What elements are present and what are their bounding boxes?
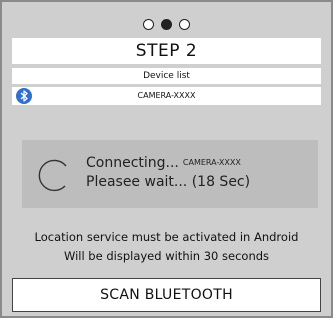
pager-dot-3 (179, 19, 191, 30)
step-pager (2, 14, 331, 30)
wait-countdown: Pleasee wait... (18 Sec) (86, 174, 251, 190)
loading-spinner-icon (36, 156, 74, 198)
pager-dot-2-active (161, 19, 172, 30)
connecting-dialog: Connecting... CAMERA-XXXX Pleasee wait...… (22, 140, 318, 208)
device-list-item[interactable]: CAMERA-XXXX (12, 87, 321, 105)
device-name: CAMERA-XXXX (137, 91, 196, 100)
connecting-device-name: CAMERA-XXXX (182, 158, 241, 167)
info-message: Location service must be activated in An… (2, 228, 331, 266)
connecting-status: Connecting... CAMERA-XXXX (86, 155, 241, 171)
step-title: STEP 2 (12, 38, 321, 64)
pager-dot-1 (142, 19, 154, 30)
connecting-status-text: Connecting... (86, 155, 179, 171)
device-list-header: Device list (12, 68, 321, 84)
info-line-2: Will be displayed within 30 seconds (63, 249, 270, 263)
screen-frame: STEP 2 Device list CAMERA-XXXX Connectin… (0, 0, 333, 318)
scan-bluetooth-button[interactable]: SCAN BLUETOOTH (12, 278, 321, 312)
info-line-1: Location service must be activated in An… (34, 230, 299, 244)
